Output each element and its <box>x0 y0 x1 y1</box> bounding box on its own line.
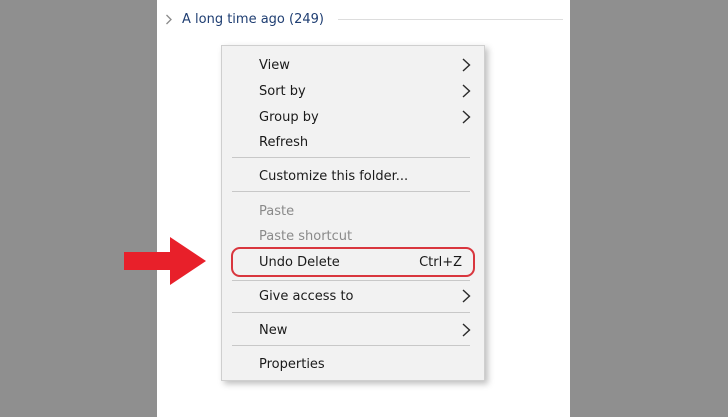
chevron-right-icon <box>462 84 471 98</box>
menu-separator <box>232 157 470 158</box>
menu-item-label: View <box>259 57 290 73</box>
menu-item-paste: Paste <box>222 199 484 223</box>
menu-item-view[interactable]: View <box>222 53 484 77</box>
chevron-right-icon[interactable] <box>163 14 174 25</box>
red-arrow-icon <box>124 237 206 285</box>
menu-item-label: Paste shortcut <box>259 228 353 244</box>
menu-item-label: New <box>259 322 288 338</box>
chevron-right-icon <box>462 323 471 337</box>
chevron-right-icon <box>462 289 471 303</box>
menu-separator <box>232 312 470 313</box>
menu-item-label: Properties <box>259 356 325 372</box>
menu-item-label: Paste <box>259 203 295 219</box>
keyboard-shortcut: Ctrl+Z <box>419 254 462 270</box>
context-menu: View Sort by Group by Refresh Customize … <box>221 45 485 381</box>
menu-item-label: Refresh <box>259 134 309 150</box>
menu-separator <box>232 345 470 346</box>
menu-item-refresh[interactable]: Refresh <box>222 130 484 154</box>
menu-item-label: Group by <box>259 109 319 125</box>
chevron-right-icon <box>462 58 471 72</box>
menu-item-group-by[interactable]: Group by <box>222 105 484 129</box>
menu-item-sort-by[interactable]: Sort by <box>222 79 484 103</box>
menu-item-customize-folder[interactable]: Customize this folder... <box>222 164 484 188</box>
group-header[interactable]: A long time ago (249) <box>163 9 563 29</box>
menu-item-new[interactable]: New <box>222 318 484 342</box>
group-title: A long time ago (249) <box>182 11 324 27</box>
menu-item-undo-delete[interactable]: Undo Delete Ctrl+Z <box>222 250 484 274</box>
chevron-right-icon <box>462 110 471 124</box>
menu-item-label: Customize this folder... <box>259 168 409 184</box>
screenshot-stage: A long time ago (249) View Sort by Group… <box>0 0 728 417</box>
menu-item-label: Give access to <box>259 288 354 304</box>
menu-item-give-access-to[interactable]: Give access to <box>222 284 484 308</box>
menu-separator <box>232 280 470 281</box>
group-divider <box>337 18 563 20</box>
menu-item-label: Sort by <box>259 83 306 99</box>
menu-item-label: Undo Delete <box>259 254 340 270</box>
menu-item-paste-shortcut: Paste shortcut <box>222 224 484 248</box>
menu-separator <box>232 191 470 192</box>
menu-item-properties[interactable]: Properties <box>222 352 484 376</box>
